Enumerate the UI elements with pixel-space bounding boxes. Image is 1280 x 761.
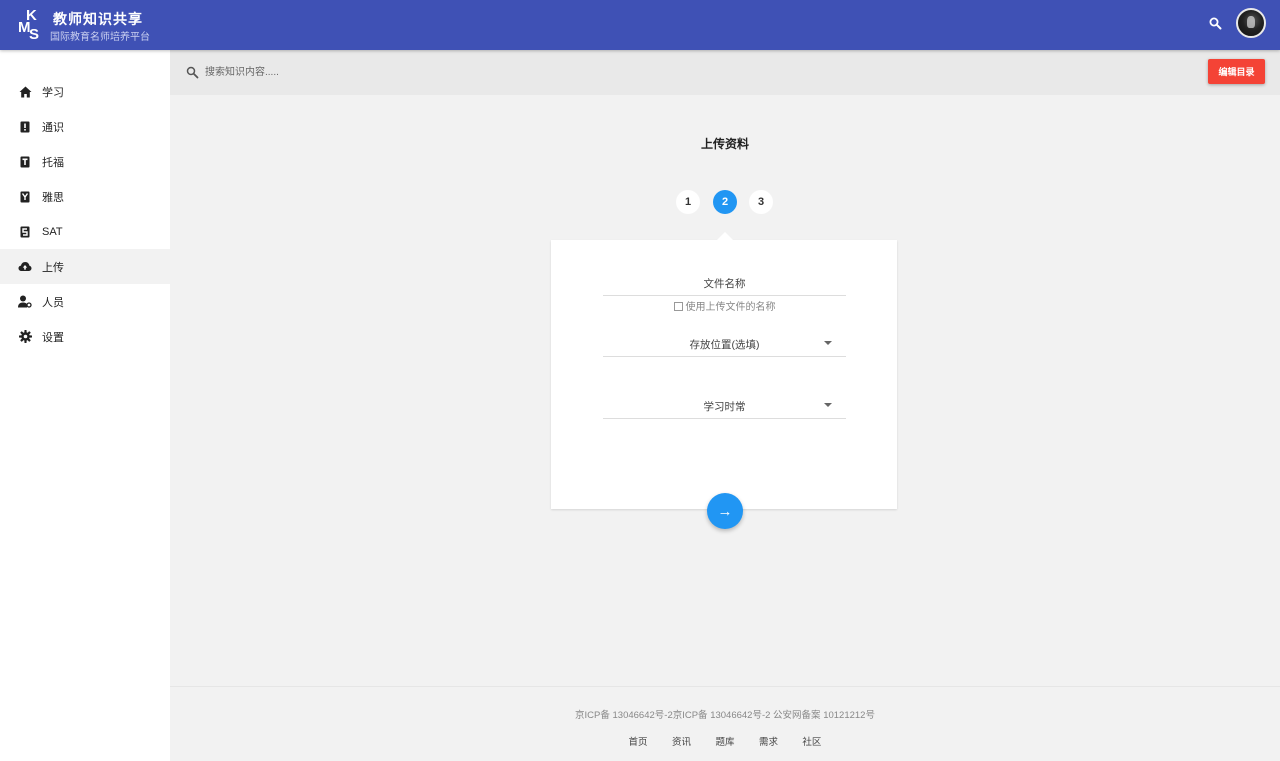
sidebar-nav: 学习 通识 托福 雅思 SAT 上传 人员 设置 — [0, 50, 170, 761]
footer-links: 首页 资讯 题库 需求 社区 — [170, 732, 1280, 750]
use-upload-name-checkbox[interactable] — [673, 302, 683, 311]
location-select-label: 存放位置(选填) — [689, 339, 760, 351]
footer-link-question-bank[interactable]: 题库 — [715, 734, 734, 748]
sidebar-item-label: SAT — [42, 225, 63, 238]
sidebar-item-label: 雅思 — [42, 191, 64, 204]
sidebar-item-upload[interactable]: 上传 — [0, 249, 170, 284]
page-footer: 京ICP备 13046642号-2京ICP备 13046642号-2 公安网备案… — [170, 686, 1280, 761]
footer-link-home[interactable]: 首页 — [629, 734, 648, 748]
footer-link-community[interactable]: 社区 — [802, 734, 821, 748]
sidebar-item-ielts[interactable]: 雅思 — [0, 179, 170, 214]
use-upload-name-option[interactable]: 使用上传文件的名称 — [603, 298, 846, 313]
footer-link-news[interactable]: 资讯 — [672, 734, 691, 748]
sidebar-item-label: 上传 — [42, 261, 64, 274]
home-icon — [18, 85, 32, 99]
sidebar-item-settings[interactable]: 设置 — [0, 319, 170, 354]
search-icon — [186, 66, 199, 79]
cloud-upload-icon — [18, 260, 32, 274]
sidebar-item-people[interactable]: 人员 — [0, 284, 170, 319]
sidebar-item-label: 设置 — [42, 331, 64, 344]
book-icon — [18, 225, 32, 239]
book-icon — [18, 120, 32, 134]
app-subtitle: 国际教育名师培养平台 — [50, 32, 150, 43]
search-icon[interactable] — [1208, 16, 1224, 32]
next-step-button[interactable]: → — [707, 493, 743, 529]
location-select[interactable]: 存放位置(选填) — [603, 337, 846, 357]
step-2[interactable]: 2 — [713, 190, 737, 214]
sidebar-item-sat[interactable]: SAT — [0, 214, 170, 249]
top-app-bar: K M S 教师知识共享 国际教育名师培养平台 — [0, 0, 1280, 50]
book-icon — [18, 190, 32, 204]
logo-letter-s: S — [29, 26, 40, 43]
study-time-select[interactable]: 学习时常 — [603, 399, 846, 419]
page-title: 上传资料 — [700, 137, 749, 151]
user-avatar[interactable] — [1236, 8, 1266, 38]
sidebar-item-general[interactable]: 通识 — [0, 109, 170, 144]
step-3[interactable]: 3 — [749, 190, 773, 214]
app-title: 教师知识共享 — [53, 11, 143, 27]
kms-logo[interactable]: K M S — [18, 8, 44, 42]
sidebar-item-label: 学习 — [42, 86, 64, 99]
search-input[interactable] — [205, 62, 705, 82]
sidebar-item-toefl[interactable]: 托福 — [0, 144, 170, 179]
sidebar-item-label: 托福 — [42, 156, 64, 169]
sidebar-item-label: 人员 — [42, 296, 64, 309]
footer-link-demand[interactable]: 需求 — [759, 734, 778, 748]
chevron-down-icon — [824, 341, 832, 345]
edit-catalog-button[interactable]: 编辑目录 — [1208, 59, 1265, 84]
step-1[interactable]: 1 — [676, 190, 700, 214]
arrow-right-icon: → — [717, 502, 733, 520]
footer-icp-text: 京ICP备 13046642号-2京ICP备 13046642号-2 公安网备案… — [575, 710, 875, 721]
filename-placeholder: 文件名称 — [703, 278, 746, 290]
gear-icon — [18, 330, 32, 344]
use-upload-name-label: 使用上传文件的名称 — [685, 302, 776, 313]
person-icon — [18, 295, 32, 309]
card-pointer — [717, 232, 733, 240]
sidebar-item-study[interactable]: 学习 — [0, 74, 170, 109]
study-time-select-label: 学习时常 — [703, 401, 746, 413]
book-icon — [18, 155, 32, 169]
sidebar-item-label: 通识 — [42, 121, 64, 134]
knowledge-search-bar: 编辑目录 — [170, 50, 1280, 95]
chevron-down-icon — [824, 403, 832, 407]
filename-field[interactable]: 文件名称 — [603, 276, 846, 296]
